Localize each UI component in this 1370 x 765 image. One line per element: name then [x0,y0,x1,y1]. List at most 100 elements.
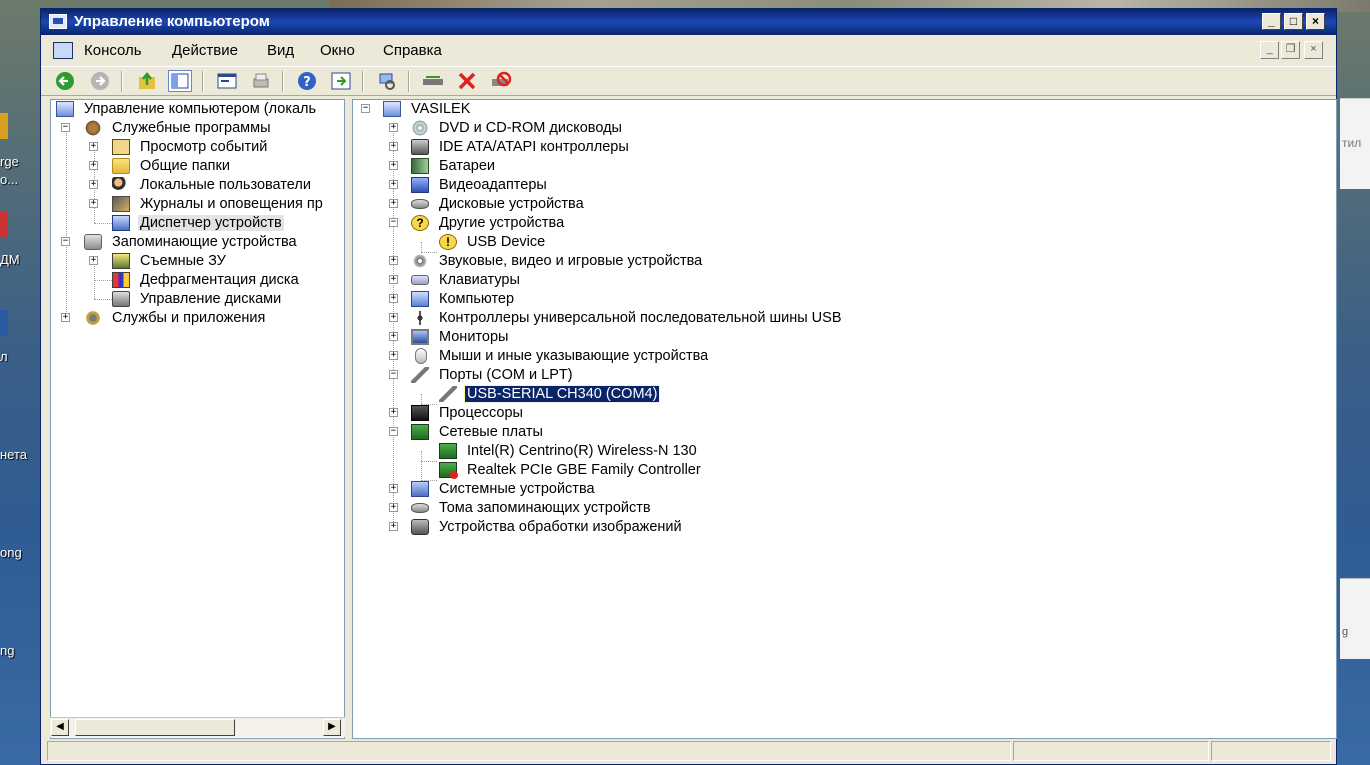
menu-help[interactable]: Справка [383,42,442,59]
update-driver-icon[interactable] [421,70,445,92]
defrag-icon [112,272,130,288]
expand-icon[interactable]: + [389,256,398,265]
close-button[interactable]: × [1306,13,1325,30]
tools-icon [84,120,102,136]
tree-item-label: Дефрагментация диска [140,272,299,288]
shared-folder-icon [112,158,130,174]
collapse-icon[interactable]: − [361,104,370,113]
uninstall-icon[interactable] [455,70,479,92]
expand-icon[interactable]: + [389,408,398,417]
desktop-icon-label[interactable]: ong [0,545,22,560]
tree-item-label: Диспетчер устройств [138,215,284,231]
child-minimize-button[interactable]: _ [1260,41,1279,59]
child-restore-button[interactable]: ❐ [1281,41,1300,59]
menu-window[interactable]: Окно [320,42,355,59]
device-manager-icon [112,215,130,231]
collapse-icon[interactable]: − [389,427,398,436]
device-label: Процессоры [439,405,523,421]
expand-icon[interactable]: + [389,180,398,189]
desktop-icon-label[interactable]: o... [0,172,18,187]
expand-icon[interactable]: + [389,332,398,341]
toolbar-separator [121,71,123,92]
child-close-button[interactable]: × [1304,41,1323,59]
menu-console[interactable]: Консоль [84,42,142,59]
minimize-button[interactable]: _ [1262,13,1281,30]
keyboard-icon [411,275,429,285]
background-window-edge [1340,578,1370,659]
collapse-icon[interactable]: − [61,123,70,132]
desktop-icon-label[interactable]: ДМ [0,252,20,267]
expand-icon[interactable]: + [389,351,398,360]
expand-icon[interactable]: + [89,199,98,208]
expand-icon[interactable]: + [389,484,398,493]
storage-icon [84,234,102,250]
status-cell-2 [1013,741,1209,761]
computer-icon [383,101,401,117]
scroll-left-button[interactable]: ◀ [51,719,69,736]
expand-icon[interactable]: + [389,161,398,170]
up-icon[interactable] [135,70,159,92]
expand-icon[interactable]: + [389,294,398,303]
expand-icon[interactable]: + [389,142,398,151]
console-tree-pane[interactable]: Управление компьютером (локаль − Служебн… [50,99,345,739]
menu-view[interactable]: Вид [267,42,294,59]
battery-icon [411,158,429,174]
device-label: Системные устройства [439,481,595,497]
expand-icon[interactable]: + [89,256,98,265]
tree-item-label: Общие папки [140,158,230,174]
toolbar-separator [408,71,410,92]
menu-action[interactable]: Действие [172,42,238,59]
collapse-icon[interactable]: − [389,370,398,379]
scroll-right-button[interactable]: ▶ [323,719,341,736]
desktop-app-icon[interactable] [0,310,8,336]
back-icon[interactable] [53,70,77,92]
desktop-app-icon[interactable] [0,113,8,139]
disable-icon[interactable] [489,70,513,92]
maximize-button[interactable]: □ [1284,13,1303,30]
users-icon [112,177,130,193]
expand-icon[interactable]: + [389,503,398,512]
device-list-pane[interactable]: − VASILEK + DVD и CD-ROM дисководы + IDE… [352,99,1337,739]
device-label: Контроллеры универсальной последовательн… [439,310,842,326]
device-label: Realtek PCIe GBE Family Controller [467,462,701,478]
show-hide-tree-icon[interactable] [168,70,192,92]
computer-icon [411,291,429,307]
expand-icon[interactable]: + [389,123,398,132]
expand-icon[interactable]: + [389,275,398,284]
expand-icon[interactable]: + [389,522,398,531]
desktop-icon-label[interactable]: rge [0,154,19,169]
desktop-icon-label[interactable]: ng [0,643,14,658]
desktop-icon-label[interactable]: нета [0,447,27,462]
device-label: Мыши и иные указывающие устройства [439,348,709,364]
expand-icon[interactable]: + [89,180,98,189]
expand-icon[interactable]: + [61,313,70,322]
tree-item-label: Журналы и оповещения пр [140,196,323,212]
collapse-icon[interactable]: − [389,218,398,227]
properties-icon[interactable] [215,70,239,92]
pane-splitter[interactable] [345,99,352,739]
expand-icon[interactable]: + [89,142,98,151]
export-icon[interactable] [329,70,353,92]
forward-icon[interactable] [88,70,112,92]
console-icon[interactable] [53,42,73,59]
computer-management-icon[interactable] [49,14,67,29]
help-icon[interactable]: ? [295,70,319,92]
desktop-app-icon[interactable] [0,212,8,238]
services-icon [84,310,102,326]
network-adapter-error-icon [439,462,458,479]
processor-icon [411,405,429,421]
expand-icon[interactable]: + [89,161,98,170]
tree-horizontal-scrollbar[interactable]: ◀ ▶ [50,717,345,737]
desktop-icon-label[interactable]: л [0,349,8,364]
scan-hardware-icon[interactable] [375,70,399,92]
print-icon[interactable] [249,70,273,92]
expand-icon[interactable]: + [389,199,398,208]
expand-icon[interactable]: + [389,313,398,322]
scroll-thumb[interactable] [75,719,235,736]
network-adapter-icon [411,424,429,440]
display-adapter-icon [411,177,429,193]
svg-text:?: ? [303,75,311,90]
collapse-icon[interactable]: − [61,237,70,246]
title-bar[interactable]: Управление компьютером _ □ × [41,9,1336,35]
tree-item-label: Служебные программы [112,120,271,136]
